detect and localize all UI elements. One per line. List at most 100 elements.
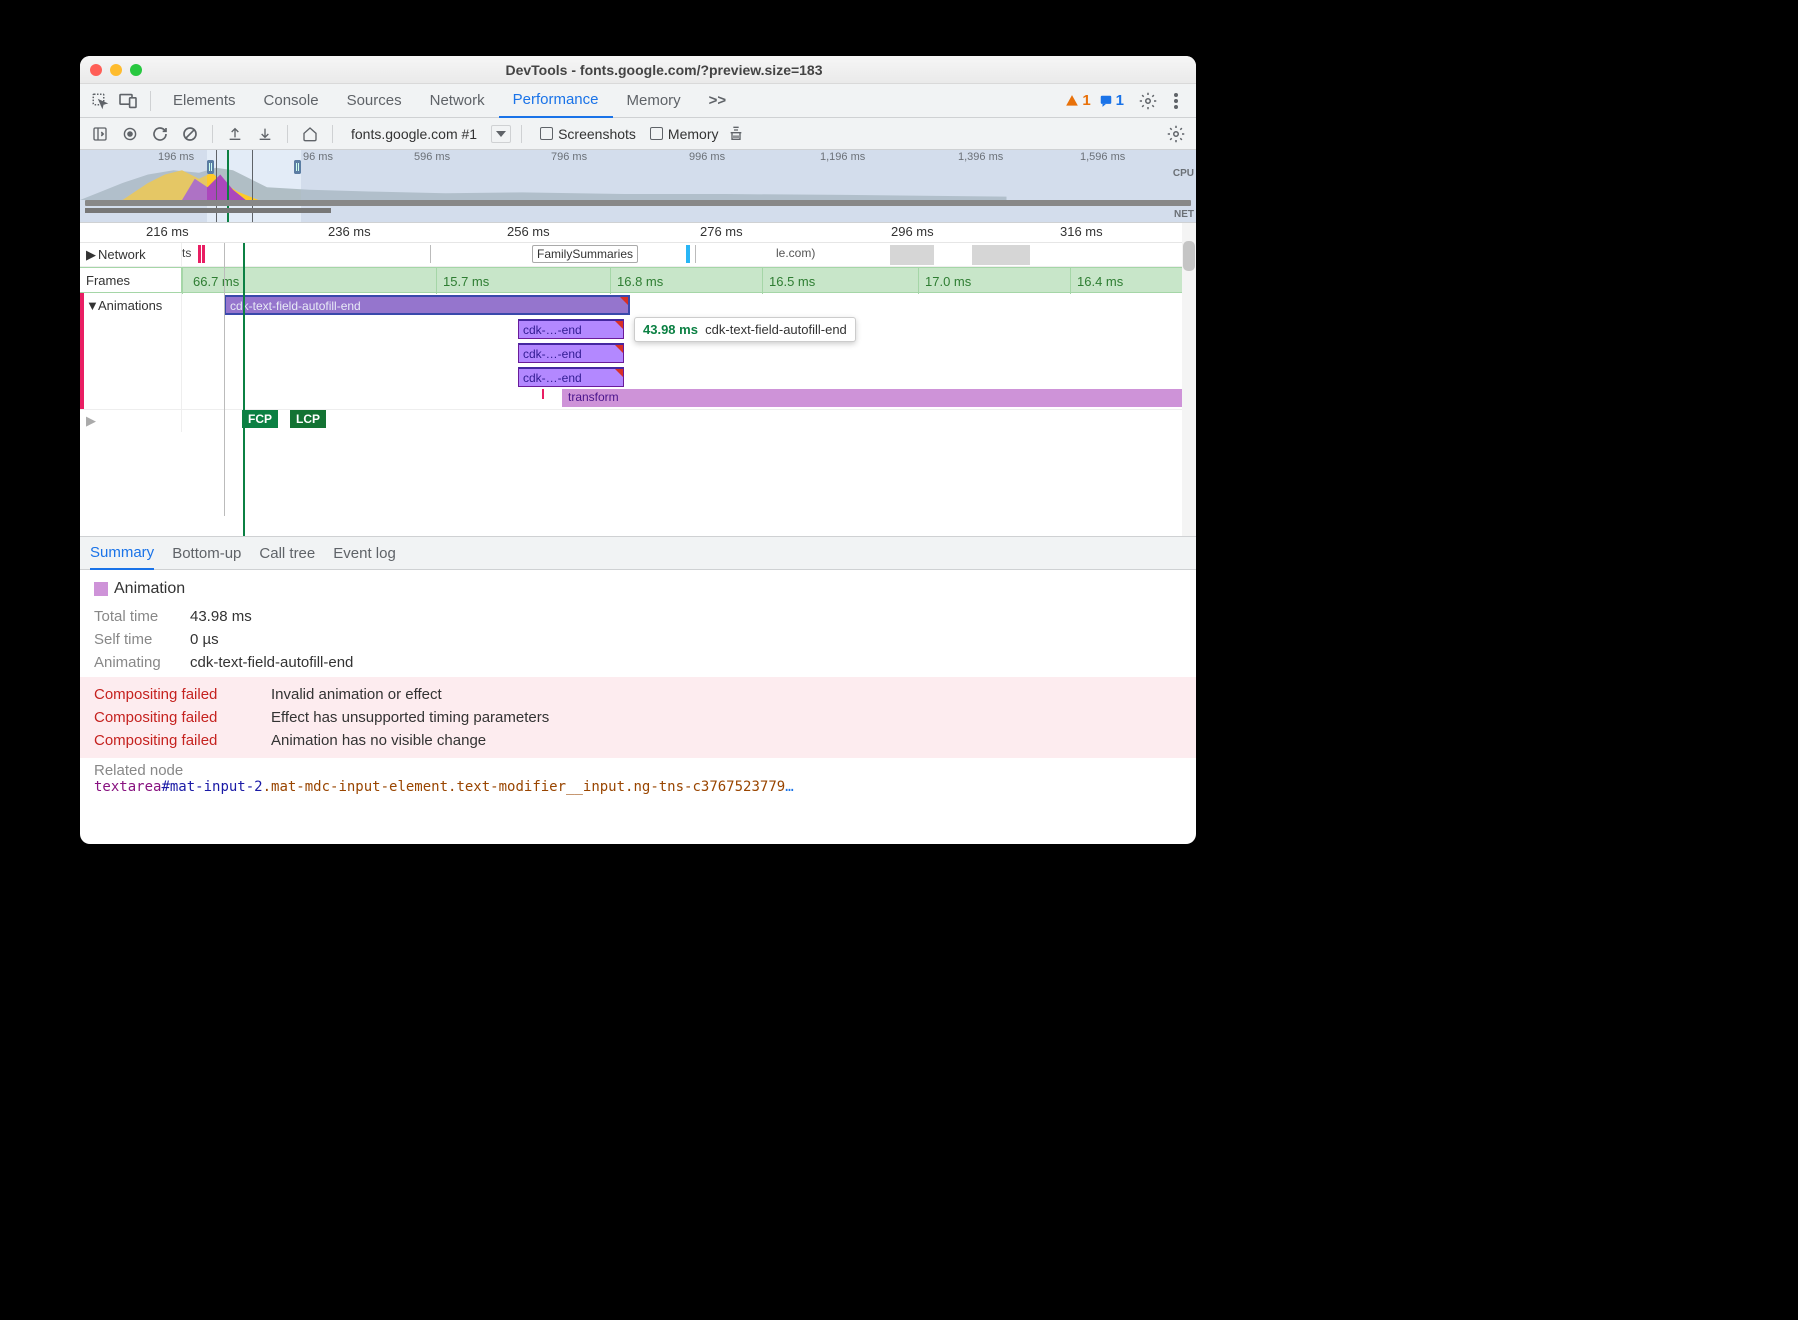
download-icon[interactable] [253, 122, 277, 146]
overview-timeline[interactable]: 196 ms 96 ms 596 ms 796 ms 996 ms 1,196 … [80, 150, 1196, 223]
lcp-badge[interactable]: LCP [290, 410, 326, 428]
frame-seg[interactable]: 16.8 ms [610, 268, 762, 294]
chevron-down-icon[interactable]: ▼ [86, 298, 94, 313]
track-label-network: Network [98, 247, 146, 262]
transform-bar[interactable]: transform [562, 389, 1196, 407]
ruler-tick: 316 ms [1060, 224, 1103, 239]
frame-seg[interactable]: 16.5 ms [762, 268, 918, 294]
memory-checkbox[interactable]: Memory [650, 126, 719, 142]
fcp-badge[interactable]: FCP [242, 410, 278, 428]
network-bar[interactable] [202, 245, 205, 263]
summary-label: Animating [94, 654, 180, 671]
net-label: NET [1174, 209, 1194, 220]
chevron-right-icon[interactable]: ▶ [86, 413, 94, 429]
scrollbar[interactable] [1182, 223, 1196, 536]
frame-seg[interactable]: 15.7 ms [436, 268, 610, 294]
tooltip-time: 43.98 ms [643, 322, 698, 337]
main-tabstrip: Elements Console Sources Network Perform… [80, 84, 1196, 118]
reload-record-icon[interactable] [148, 122, 172, 146]
tab-event-log[interactable]: Event log [333, 536, 396, 570]
related-node-label: Related node [94, 762, 1182, 779]
recording-select[interactable]: fonts.google.com #1 [343, 126, 485, 142]
network-entry[interactable]: FamilySummaries [532, 245, 638, 263]
settings-icon[interactable] [1134, 88, 1162, 114]
titlebar: DevTools - fonts.google.com/?preview.siz… [80, 56, 1196, 84]
frame-seg[interactable]: 66.7 ms [182, 268, 436, 294]
network-block[interactable] [890, 245, 934, 265]
home-icon[interactable] [298, 122, 322, 146]
track-animations[interactable]: ▼Animations cdk-text-field-autofill-end … [80, 293, 1196, 410]
info-count: 1 [1116, 92, 1124, 109]
overview-handle-left[interactable] [207, 160, 214, 174]
issues-warnings[interactable]: 1 [1065, 92, 1090, 109]
upload-icon[interactable] [223, 122, 247, 146]
warning-triangle-icon [615, 345, 623, 353]
devtools-window: DevTools - fonts.google.com/?preview.siz… [80, 56, 1196, 844]
summary-title: Animation [114, 580, 185, 598]
tab-call-tree[interactable]: Call tree [259, 536, 315, 570]
node-classes: .mat-mdc-input-element.text-modifier__in… [263, 779, 786, 795]
frame-seg[interactable]: 16.4 ms [1070, 268, 1196, 294]
memory-label: Memory [668, 126, 719, 142]
summary-label: Self time [94, 631, 180, 648]
fail-label: Compositing failed [94, 686, 259, 703]
track-network[interactable]: ▶ Network ts FamilySummaries le.com) [80, 243, 1196, 267]
network-bar[interactable] [686, 245, 690, 263]
track-timings[interactable]: ▶Timings FCP LCP [80, 410, 1196, 432]
network-frag: le.com) [776, 246, 815, 260]
device-toolbar-icon[interactable] [114, 88, 142, 114]
tab-performance[interactable]: Performance [499, 84, 613, 118]
screenshots-checkbox[interactable]: Screenshots [540, 126, 636, 142]
track-frames[interactable]: Frames 66.7 ms 15.7 ms 16.8 ms 16.5 ms 1… [80, 267, 1196, 293]
scrollbar-thumb[interactable] [1183, 241, 1195, 271]
screenshots-label: Screenshots [558, 126, 636, 142]
fail-reason: Effect has unsupported timing parameters [271, 709, 549, 726]
node-tag: textarea [94, 779, 161, 795]
perf-toolbar: fonts.google.com #1 Screenshots Memory [80, 118, 1196, 150]
overview-net-bar [85, 208, 331, 213]
tab-bottom-up[interactable]: Bottom-up [172, 536, 241, 570]
tab-network[interactable]: Network [416, 84, 499, 118]
detail-tabstrip: Summary Bottom-up Call tree Event log [80, 536, 1196, 570]
animation-bar-selected[interactable]: cdk-text-field-autofill-end [224, 295, 630, 315]
track-label-frames: Frames [86, 273, 130, 288]
more-icon[interactable] [1162, 88, 1190, 114]
close-button[interactable] [90, 64, 102, 76]
animation-bar[interactable]: cdk-…-end [518, 367, 624, 387]
chevron-down-icon[interactable] [491, 125, 511, 143]
tab-sources[interactable]: Sources [333, 84, 416, 118]
tab-summary[interactable]: Summary [90, 536, 154, 570]
animation-bar[interactable]: cdk-…-end [518, 319, 624, 339]
capture-settings-icon[interactable] [1164, 122, 1188, 146]
frame-seg[interactable]: 17.0 ms [918, 268, 1070, 294]
track-left-marker [80, 293, 84, 409]
fail-reason: Animation has no visible change [271, 732, 486, 749]
tab-console[interactable]: Console [250, 84, 333, 118]
overview-handle-right[interactable] [294, 160, 301, 174]
network-frag: ts [182, 246, 191, 260]
warning-triangle-icon [615, 321, 623, 329]
toggle-sidebar-icon[interactable] [88, 122, 112, 146]
ruler-tick: 256 ms [507, 224, 550, 239]
node-ellipsis: … [785, 779, 793, 795]
clear-icon[interactable] [178, 122, 202, 146]
inspect-element-icon[interactable] [86, 88, 114, 114]
record-icon[interactable] [118, 122, 142, 146]
network-block[interactable] [972, 245, 1030, 265]
network-bar[interactable] [198, 245, 201, 263]
summary-panel: Animation Total time43.98 ms Self time0 … [80, 570, 1196, 805]
related-node-link[interactable]: textarea#mat-input-2.mat-mdc-input-eleme… [94, 779, 1182, 795]
tab-memory[interactable]: Memory [613, 84, 695, 118]
color-swatch [94, 582, 108, 596]
flame-chart[interactable]: 216 ms 236 ms 256 ms 276 ms 296 ms 316 m… [80, 223, 1196, 536]
timeline-ruler: 216 ms 236 ms 256 ms 276 ms 296 ms 316 m… [80, 223, 1196, 243]
minimize-button[interactable] [110, 64, 122, 76]
tooltip: 43.98 ms cdk-text-field-autofill-end [634, 317, 856, 342]
zoom-button[interactable] [130, 64, 142, 76]
issues-info[interactable]: 1 [1099, 92, 1124, 109]
garbage-collect-icon[interactable] [724, 122, 748, 146]
tab-elements[interactable]: Elements [159, 84, 250, 118]
chevron-right-icon[interactable]: ▶ [86, 247, 94, 263]
animation-bar[interactable]: cdk-…-end [518, 343, 624, 363]
tab-overflow[interactable]: >> [695, 84, 741, 118]
